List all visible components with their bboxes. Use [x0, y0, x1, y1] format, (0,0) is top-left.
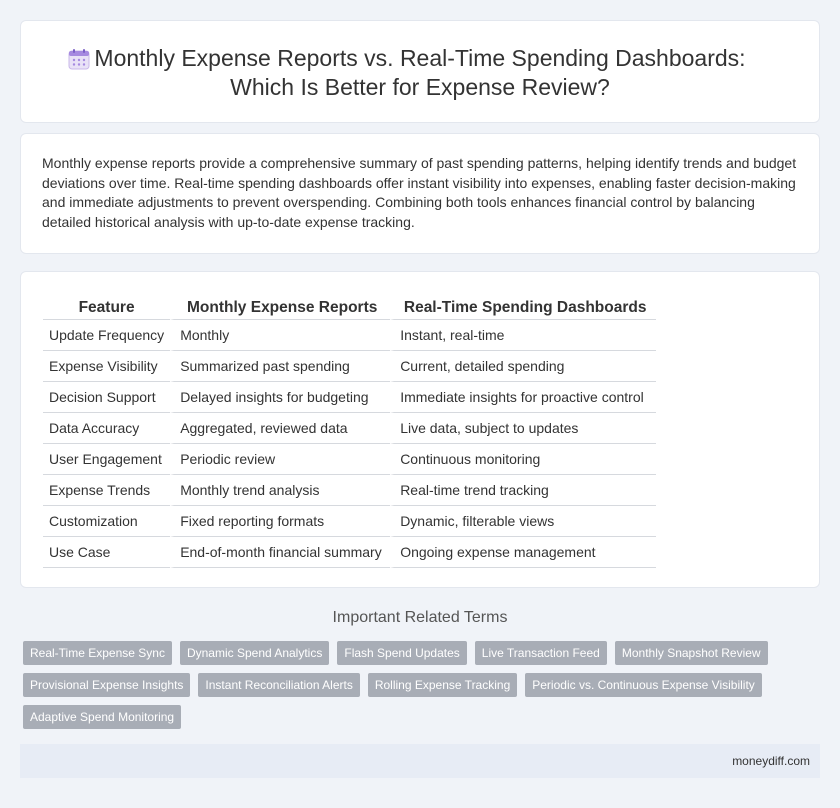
cell-monthly: Delayed insights for budgeting	[170, 382, 391, 413]
related-term-tag[interactable]: Provisional Expense Insights	[23, 673, 191, 697]
table-row: Use Case End-of-month financial summary …	[43, 537, 657, 568]
related-term-tag[interactable]: Flash Spend Updates	[337, 641, 467, 665]
cell-realtime: Dynamic, filterable views	[390, 506, 657, 537]
cell-realtime: Current, detailed spending	[390, 351, 657, 382]
related-term-tag[interactable]: Rolling Expense Tracking	[367, 673, 518, 697]
cell-feature: Data Accuracy	[43, 413, 171, 444]
related-terms-title: Important Related Terms	[332, 609, 508, 626]
page-title: Monthly Expense Reports vs. Real-Time Sp…	[21, 44, 819, 102]
cell-monthly: Monthly trend analysis	[170, 475, 391, 506]
related-term-tag[interactable]: Monthly Snapshot Review	[614, 641, 768, 665]
table-row: Customization Fixed reporting formats Dy…	[43, 506, 657, 537]
footer-site-link[interactable]: moneydiff.com	[732, 754, 810, 768]
cell-monthly: Aggregated, reviewed data	[170, 413, 391, 444]
intro-paragraph: Monthly expense reports provide a compre…	[42, 155, 797, 230]
cell-realtime: Immediate insights for proactive control	[390, 382, 657, 413]
cell-realtime: Live data, subject to updates	[390, 413, 657, 444]
intro-card: Monthly expense reports provide a compre…	[20, 133, 820, 254]
cell-realtime: Instant, real-time	[390, 320, 657, 351]
table-row: Data Accuracy Aggregated, reviewed data …	[43, 413, 657, 444]
title-card: Monthly Expense Reports vs. Real-Time Sp…	[20, 20, 820, 123]
related-term-tag[interactable]: Instant Reconciliation Alerts	[198, 673, 360, 697]
header-feature: Feature	[43, 297, 171, 320]
table-row: User Engagement Periodic review Continuo…	[43, 444, 657, 475]
table-header-row: Feature Monthly Expense Reports Real-Tim…	[43, 297, 657, 320]
comparison-table-card: Feature Monthly Expense Reports Real-Tim…	[20, 271, 820, 588]
related-term-tag[interactable]: Live Transaction Feed	[474, 641, 607, 665]
table-row: Expense Visibility Summarized past spend…	[43, 351, 657, 382]
cell-realtime: Ongoing expense management	[390, 537, 657, 568]
cell-feature: Use Case	[43, 537, 171, 568]
footer: moneydiff.com	[20, 744, 820, 778]
header-monthly-reports: Monthly Expense Reports	[170, 297, 391, 320]
cell-feature: User Engagement	[43, 444, 171, 475]
cell-feature: Expense Visibility	[43, 351, 171, 382]
related-terms-list: Real-Time Expense Sync Dynamic Spend Ana…	[23, 641, 783, 729]
cell-feature: Decision Support	[43, 382, 171, 413]
header-realtime-dashboards: Real-Time Spending Dashboards	[390, 297, 657, 320]
cell-realtime: Real-time trend tracking	[390, 475, 657, 506]
related-term-tag[interactable]: Adaptive Spend Monitoring	[23, 705, 182, 729]
related-term-tag[interactable]: Real-Time Expense Sync	[23, 641, 172, 665]
related-term-tag[interactable]: Dynamic Spend Analytics	[179, 641, 330, 665]
cell-feature: Expense Trends	[43, 475, 171, 506]
page-title-line2: Which Is Better for Expense Review?	[230, 74, 610, 100]
related-term-tag[interactable]: Periodic vs. Continuous Expense Visibili…	[525, 673, 762, 697]
cell-realtime: Continuous monitoring	[390, 444, 657, 475]
table-row: Expense Trends Monthly trend analysis Re…	[43, 475, 657, 506]
table-row: Decision Support Delayed insights for bu…	[43, 382, 657, 413]
cell-feature: Customization	[43, 506, 171, 537]
table-row: Update Frequency Monthly Instant, real-t…	[43, 320, 657, 351]
cell-feature: Update Frequency	[43, 320, 171, 351]
cell-monthly: Fixed reporting formats	[170, 506, 391, 537]
cell-monthly: Periodic review	[170, 444, 391, 475]
page-title-line1: Monthly Expense Reports vs. Real-Time Sp…	[94, 45, 746, 71]
cell-monthly: Monthly	[170, 320, 391, 351]
cell-monthly: End-of-month financial summary	[170, 537, 391, 568]
cell-monthly: Summarized past spending	[170, 351, 391, 382]
comparison-table: Feature Monthly Expense Reports Real-Tim…	[43, 297, 657, 568]
